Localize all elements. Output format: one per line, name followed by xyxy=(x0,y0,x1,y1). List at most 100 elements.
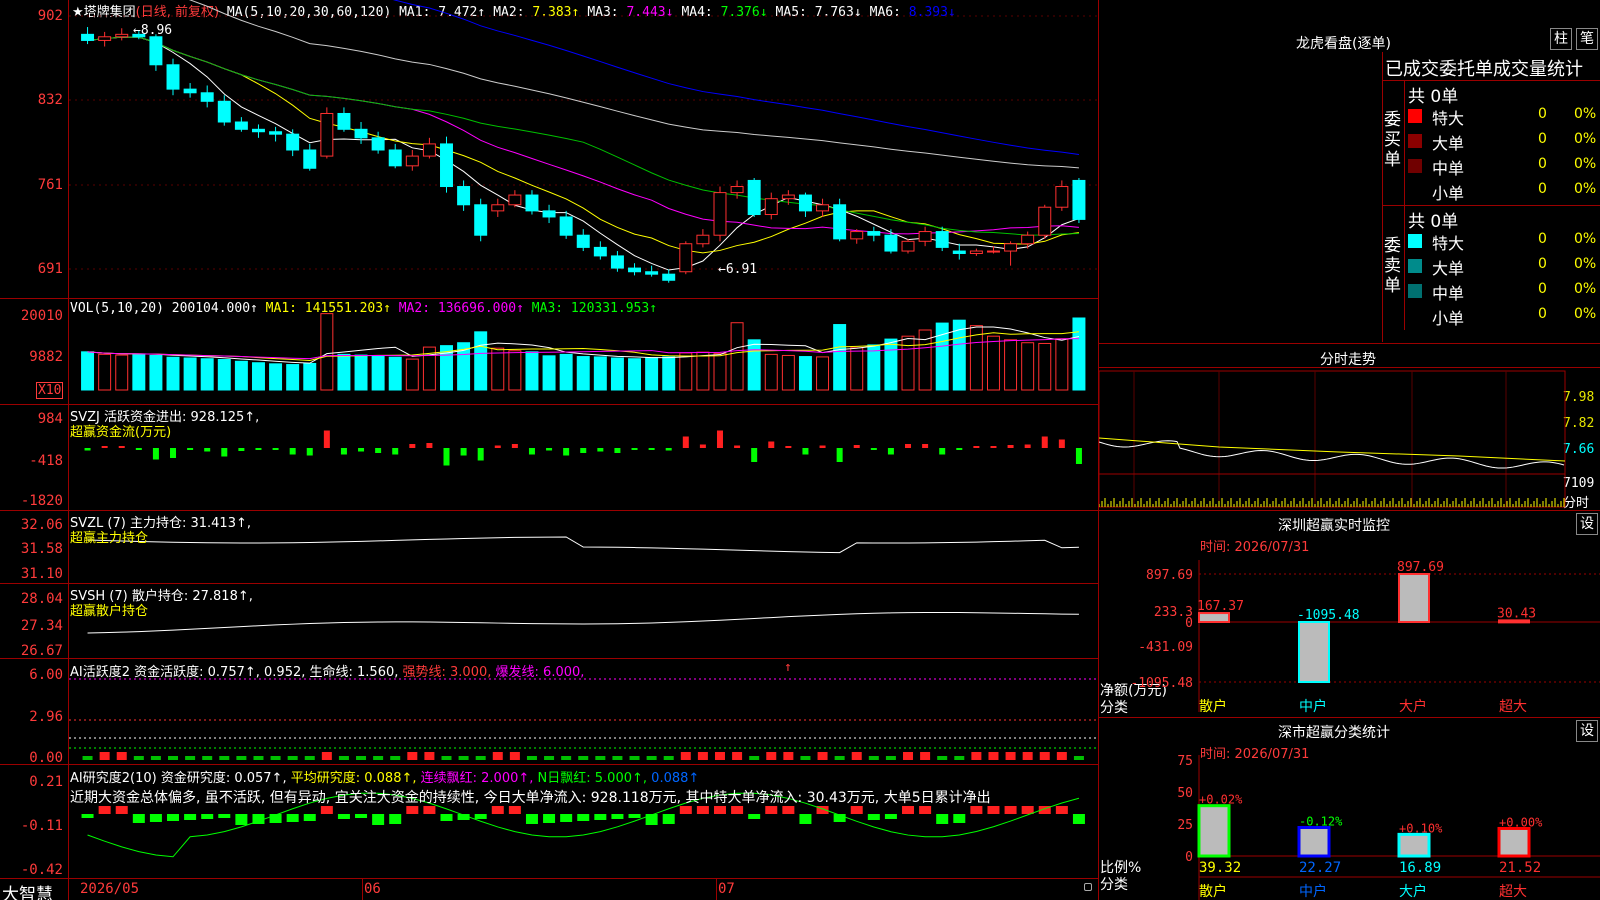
activity-bar xyxy=(253,756,264,760)
activity-bar xyxy=(903,752,914,760)
candle-body xyxy=(781,194,795,200)
vol-header: VOL(5,10,20) 200104.000↑ MA1: 141551.203… xyxy=(70,301,657,316)
candle-body xyxy=(645,271,659,275)
volume-bar xyxy=(98,353,112,391)
candle xyxy=(388,143,402,169)
stat-y-tick: 50 xyxy=(1177,786,1193,801)
candle-body xyxy=(850,231,864,240)
flow-bar xyxy=(494,445,501,448)
flow-bar xyxy=(118,446,125,448)
ai-activity-header: AI活跃度2 资金活跃度: 0.757↑, 0.952, 生命线: 1.560,… xyxy=(70,665,585,680)
candle-body xyxy=(713,192,727,236)
flow-bar xyxy=(768,441,775,448)
flow-bar xyxy=(973,446,980,448)
fenshi-price-line xyxy=(1099,440,1565,469)
y-tick: 761 xyxy=(37,177,63,193)
vol-ma2: MA2: 136696.000↑ xyxy=(398,301,524,316)
candle xyxy=(166,58,180,96)
stat-percent: 16.89 xyxy=(1399,860,1441,876)
volume-bar xyxy=(901,335,915,391)
activity-bar xyxy=(407,752,418,760)
volume-bar xyxy=(747,339,761,391)
monitor-category: 中户 xyxy=(1299,698,1327,715)
flow-bar xyxy=(990,446,997,448)
volume-bar xyxy=(833,324,847,391)
research-bar xyxy=(149,814,162,822)
low-marker: ←6.91 xyxy=(718,262,758,277)
volume-bar xyxy=(781,354,795,391)
stat-category: 散户 xyxy=(1199,883,1227,900)
candle xyxy=(81,27,95,45)
flow-bar xyxy=(1024,444,1031,448)
stat-bar xyxy=(1397,832,1431,858)
stat-percent: 39.32 xyxy=(1199,860,1241,876)
candle-body xyxy=(149,36,163,66)
candle-body xyxy=(696,234,710,245)
lock-icon[interactable] xyxy=(1084,883,1092,891)
candle xyxy=(320,107,334,159)
research-bar xyxy=(953,814,966,823)
monitor-bar xyxy=(1398,573,1430,623)
ma-line xyxy=(392,0,1080,156)
research-bar xyxy=(594,814,607,820)
vol-ma1: MA1: 141551.203↑ xyxy=(265,301,391,316)
activity-bar xyxy=(766,752,777,760)
y-tick: 20010 xyxy=(20,308,63,324)
date-label: 07 xyxy=(718,881,735,897)
activity-bar xyxy=(954,756,965,760)
candle xyxy=(183,83,197,98)
stat-y-tick: 0 xyxy=(1185,850,1193,865)
fenshi-frame xyxy=(1099,370,1566,508)
volume-bar xyxy=(816,356,830,391)
flow-bar xyxy=(340,448,347,455)
flow-bar xyxy=(187,448,194,450)
candle-body xyxy=(388,149,402,167)
activity-bar xyxy=(578,756,589,760)
volume-bar xyxy=(662,356,676,391)
activity-bar xyxy=(988,752,999,760)
volume-bar xyxy=(286,364,300,391)
volume-bar xyxy=(320,313,334,391)
activity-bar xyxy=(287,756,298,760)
candle xyxy=(1021,231,1035,249)
activity-bar xyxy=(1056,752,1067,760)
research-bar xyxy=(115,806,128,814)
monitor-bar-label: -1095.48 xyxy=(1297,608,1360,623)
month-divider xyxy=(362,878,363,900)
volume-bar xyxy=(1021,342,1035,391)
stat-bar xyxy=(1297,825,1331,858)
flow-bar xyxy=(477,448,484,461)
candle-body xyxy=(200,92,214,102)
candle xyxy=(354,122,368,144)
volume-bar xyxy=(559,353,573,391)
volume-bar xyxy=(183,357,197,391)
candle xyxy=(645,265,659,277)
candle-body xyxy=(1072,179,1086,220)
candle xyxy=(491,198,505,217)
research-bar xyxy=(389,814,402,824)
research-bar xyxy=(799,814,812,824)
monitor-category: 散户 xyxy=(1199,698,1227,715)
activity-bar xyxy=(168,756,179,760)
volume-bar xyxy=(628,358,642,391)
activity-bar xyxy=(236,756,247,760)
activity-bar xyxy=(321,752,332,760)
candle-body xyxy=(525,194,539,212)
flow-bar xyxy=(853,445,860,448)
flow-bar xyxy=(905,444,912,448)
candle-body xyxy=(98,36,112,41)
activity-bar xyxy=(1039,752,1050,760)
flow-bar xyxy=(682,436,689,448)
volume-bar xyxy=(645,357,659,391)
y-tick: 31.58 xyxy=(20,541,63,557)
y-tick: -418 xyxy=(29,453,63,469)
candle xyxy=(952,243,966,260)
volume-bar xyxy=(764,353,778,391)
research-bar xyxy=(474,814,487,819)
ai-research-note: 近期大资金总体偏多, 虽不活跃, 但有异动, 宜关注大资金的持续性, 今日大单净… xyxy=(70,790,991,806)
monitor-bar-label: 897.69 xyxy=(1397,560,1444,575)
candle xyxy=(337,107,351,132)
activity-bar xyxy=(749,756,760,760)
candle xyxy=(98,31,112,47)
flow-bar xyxy=(358,448,365,452)
